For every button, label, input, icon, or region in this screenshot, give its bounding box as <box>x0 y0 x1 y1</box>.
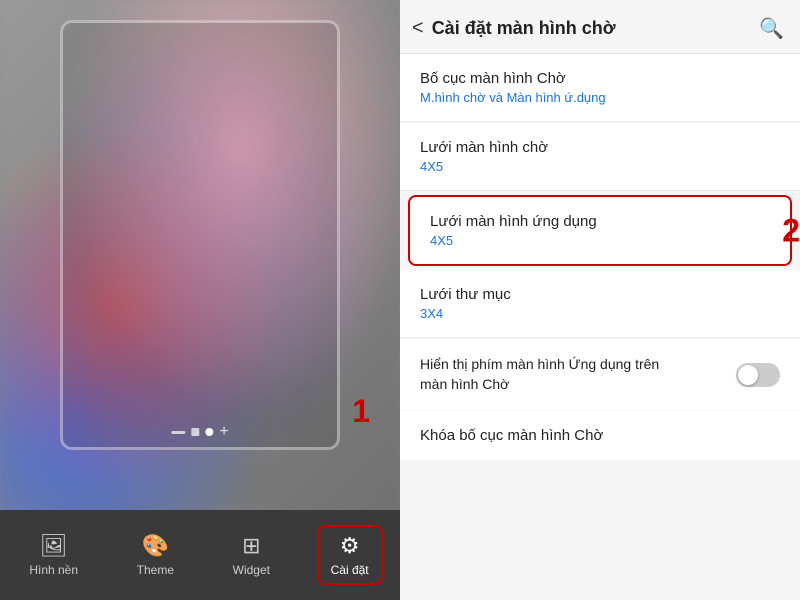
settings-icon: ⚙ <box>340 533 360 559</box>
item-title-app-grid: Lưới màn hình ứng dụng <box>430 213 770 230</box>
item-subtitle-home-grid: 4X5 <box>420 159 780 174</box>
settings-item-folder-grid[interactable]: Lưới thư mục 3X4 <box>400 270 800 338</box>
widget-label: Widget <box>233 563 270 577</box>
nav-item-theme[interactable]: 🎨 Theme <box>125 527 186 583</box>
right-panel: < Cài đặt màn hình chờ 🔍 Bố cục màn hình… <box>400 0 800 600</box>
item-subtitle-folder-grid: 3X4 <box>420 306 780 321</box>
bottom-nav: 🖼 Hình nền 🎨 Theme ⊞ Widget ⚙ Cài đặt <box>0 510 400 600</box>
settings-list: Bố cục màn hình Chờ M.hình chờ và Màn hì… <box>400 54 800 600</box>
nav-item-wallpaper[interactable]: 🖼 Hình nền <box>17 527 90 583</box>
settings-item-lock-layout[interactable]: Khóa bố cục màn hình Chờ <box>400 411 800 460</box>
dot-square <box>191 428 199 436</box>
dot-circle <box>205 428 213 436</box>
settings-item-show-apps[interactable]: Hiển thị phím màn hình Ứng dụng trên màn… <box>400 339 800 410</box>
phone-frame <box>60 20 340 450</box>
dots-bar: + <box>171 424 228 440</box>
step-label-2: 2 <box>782 212 800 249</box>
item-title-folder-grid: Lưới thư mục <box>420 286 780 303</box>
settings-item-home-grid[interactable]: Lưới màn hình chờ 4X5 <box>400 123 800 191</box>
left-panel: + 1 🖼 Hình nền 🎨 Theme ⊞ Widget ⚙ Cài đặ… <box>0 0 400 600</box>
widget-icon: ⊞ <box>242 533 260 559</box>
theme-label: Theme <box>137 563 174 577</box>
back-button[interactable]: < <box>412 17 424 40</box>
settings-label: Cài đặt <box>331 563 369 577</box>
wallpaper-label: Hình nền <box>29 563 78 577</box>
search-button[interactable]: 🔍 <box>759 16 784 41</box>
header-left: < Cài đặt màn hình chờ <box>412 17 616 40</box>
dot-dash <box>171 431 185 434</box>
step-label-1: 1 <box>352 393 370 430</box>
page-title: Cài đặt màn hình chờ <box>432 18 616 39</box>
dot-plus: + <box>219 424 228 440</box>
nav-item-settings[interactable]: ⚙ Cài đặt <box>317 525 383 585</box>
right-header: < Cài đặt màn hình chờ 🔍 <box>400 0 800 54</box>
wallpaper-icon: 🖼 <box>40 533 68 559</box>
nav-item-widget[interactable]: ⊞ Widget <box>221 527 282 583</box>
item-title-home-grid: Lưới màn hình chờ <box>420 139 780 156</box>
toggle-switch-show-apps[interactable] <box>736 363 780 387</box>
item-title-lock-layout: Khóa bố cục màn hình Chờ <box>420 427 780 444</box>
item-subtitle-app-grid: 4X5 <box>430 233 770 248</box>
item-title-layout: Bố cục màn hình Chờ <box>420 70 780 87</box>
settings-item-layout[interactable]: Bố cục màn hình Chờ M.hình chờ và Màn hì… <box>400 54 800 122</box>
toggle-label-show-apps: Hiển thị phím màn hình Ứng dụng trên màn… <box>420 355 672 394</box>
settings-item-app-grid[interactable]: Lưới màn hình ứng dụng 4X5 2 <box>408 195 792 266</box>
phone-screen: + 1 <box>0 0 400 510</box>
item-subtitle-layout: M.hình chờ và Màn hình ứ.dụng <box>420 90 780 105</box>
theme-icon: 🎨 <box>142 533 169 559</box>
